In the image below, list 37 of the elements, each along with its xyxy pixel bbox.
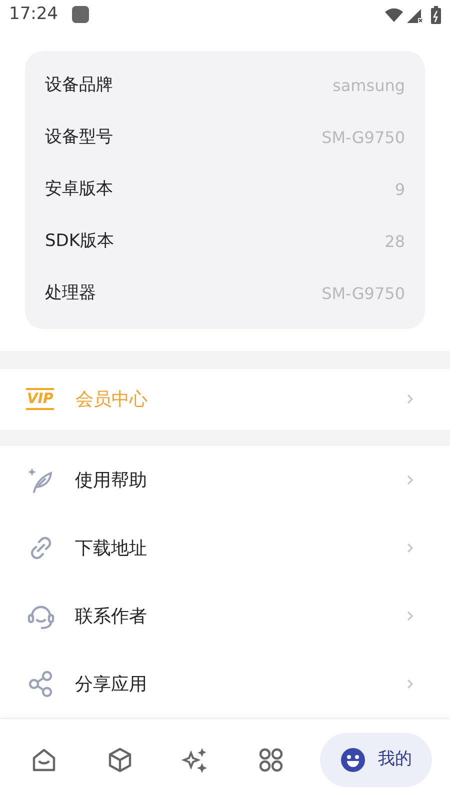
notification-icon [72,6,89,24]
sparkles-icon [181,746,209,774]
battery-icon [431,6,441,24]
chevron-right-icon [406,393,414,406]
menu-label: 分享应用 [75,672,148,696]
wifi-icon [385,8,403,22]
smiley-icon [340,746,366,772]
info-value: SM-G9750 [322,282,405,305]
share-icon [27,670,55,698]
menu-label: 联系作者 [75,604,148,628]
info-label: 设备品牌 [45,74,113,97]
info-label: 安卓版本 [45,178,113,201]
info-label: 处理器 [45,282,96,305]
chevron-right-icon [406,542,414,554]
menu-label: 使用帮助 [75,468,148,492]
grid-icon [258,746,284,772]
menu-item[interactable]: 联系作者 [0,582,450,650]
status-time: 17:24 [9,3,58,26]
cube-icon [106,746,132,772]
chevron-right-icon [406,474,414,486]
home-icon [31,746,57,772]
menu-item[interactable]: 使用帮助 [0,446,450,514]
menu-item[interactable]: 分享应用 [0,650,450,718]
chevron-right-icon [406,610,414,622]
menu-label: 会员中心 [75,388,148,412]
menu-item[interactable]: 下载地址 [0,514,450,582]
signal-icon [407,6,423,23]
menu-label: 下载地址 [75,536,148,560]
chevron-right-icon [406,678,414,690]
info-value: SM-G9750 [322,126,405,149]
info-label: 设备型号 [45,126,113,149]
info-value: samsung [332,74,405,97]
info-value: 28 [384,230,405,253]
vip-badge: VIP [26,388,54,410]
info-label: SDK版本 [45,230,114,253]
nav-tab[interactable]: 我的 [320,732,432,786]
info-value: 9 [394,178,405,201]
